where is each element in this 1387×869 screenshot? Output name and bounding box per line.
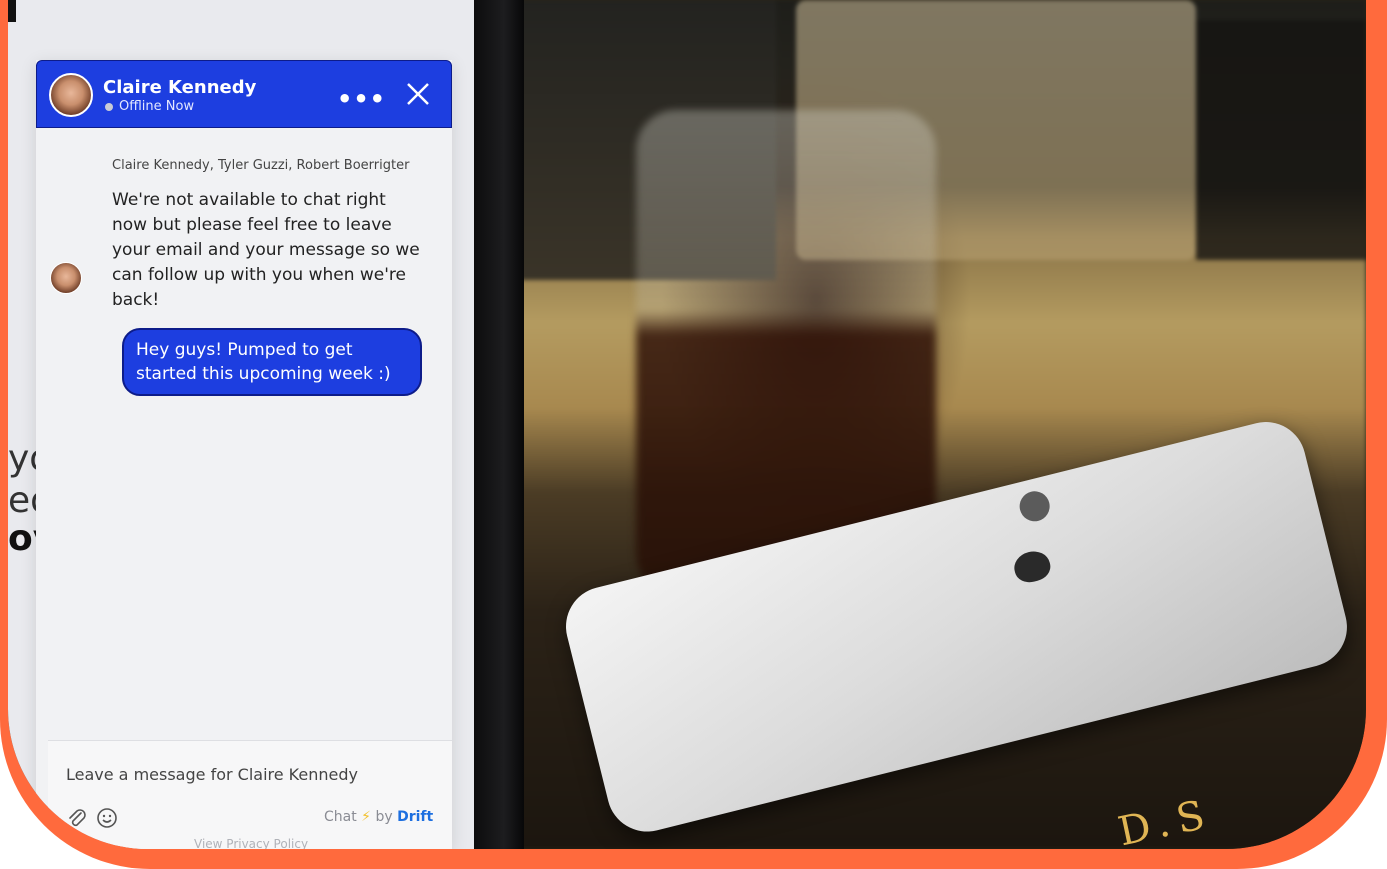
dark-cabinet (1196, 20, 1366, 260)
drift-branding[interactable]: Chat ⚡ by Drift (324, 809, 433, 825)
status-dot-icon (105, 103, 113, 111)
photo: D.S you eo ov Claire Kennedy Offline Now… (8, 0, 1366, 849)
user-message: Hey guys! Pumped to get started this upc… (122, 328, 422, 396)
monitor-bezel (474, 0, 524, 849)
branding-by: by (375, 809, 393, 825)
close-icon[interactable] (403, 79, 433, 109)
branding-chat: Chat (324, 809, 357, 825)
agent-status: Offline Now (119, 99, 195, 114)
camera-lens (1016, 488, 1053, 525)
message-composer: Chat ⚡ by Drift View Privacy Policy (48, 740, 452, 849)
agent-name: Claire Kennedy (103, 77, 257, 98)
emoji-icon[interactable] (96, 807, 118, 829)
message-avatar (50, 262, 82, 294)
branding-drift: Drift (397, 809, 434, 825)
cropped-glyph (8, 0, 16, 22)
chat-widget: Claire Kennedy Offline Now ••• Claire Ke… (36, 60, 452, 849)
participants-list: Claire Kennedy, Tyler Guzzi, Robert Boer… (112, 158, 410, 173)
message-input[interactable] (66, 765, 426, 784)
bolt-icon: ⚡ (361, 809, 372, 825)
monitor-screen: you eo ov Claire Kennedy Offline Now •••… (8, 0, 474, 849)
paperclip-icon[interactable] (66, 807, 88, 829)
agent-avatar (49, 73, 93, 117)
more-options-icon[interactable]: ••• (337, 85, 386, 113)
agent-message: We're not available to chat right now bu… (112, 190, 420, 310)
chat-header: Claire Kennedy Offline Now ••• (36, 60, 452, 128)
privacy-policy-link[interactable]: View Privacy Policy (194, 837, 308, 849)
apple-logo-icon (1011, 547, 1054, 586)
